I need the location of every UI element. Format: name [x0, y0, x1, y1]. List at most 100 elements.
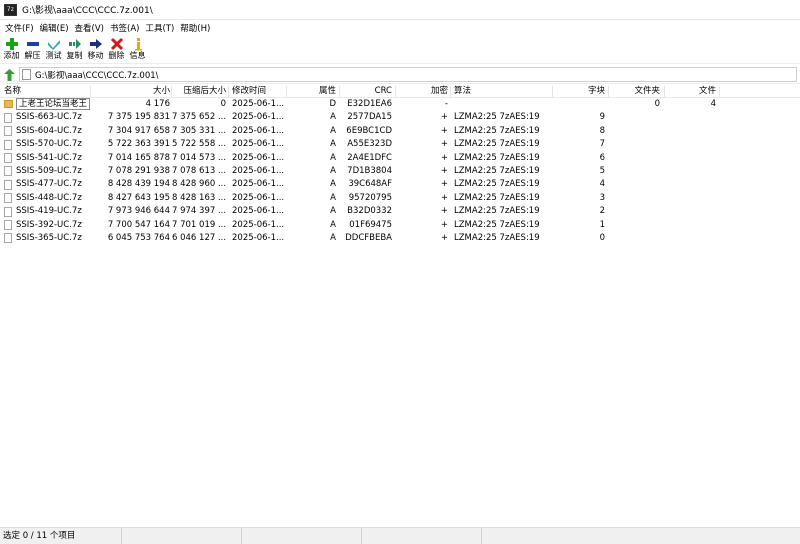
- menu-edit[interactable]: 编辑(E): [37, 22, 72, 34]
- col-header-crc[interactable]: CRC: [342, 85, 392, 98]
- cell-folders: [612, 219, 660, 232]
- folder-row[interactable]: 上老王论坛当老王 4 176 0 2025-06-1... D E32D1EA6 - 0 4: [0, 98, 800, 111]
- cell-name[interactable]: SSIS-448-UC.7z: [4, 192, 90, 205]
- file-row[interactable]: SSIS-541-UC.7z 7 014 165 878 7 014 573 ...…: [0, 152, 800, 165]
- column-divider[interactable]: [664, 86, 665, 97]
- info-icon: [130, 36, 146, 51]
- cell-size: 7 700 547 164: [107, 219, 170, 230]
- file-row[interactable]: SSIS-392-UC.7z 7 700 547 164 7 701 019 ...…: [0, 219, 800, 232]
- plus-icon: [4, 36, 20, 51]
- info-label: 信息: [129, 51, 146, 60]
- name-wrap: SSIS-365-UC.7z: [4, 232, 90, 245]
- cell-name[interactable]: SSIS-509-UC.7z: [4, 165, 90, 178]
- file-name: SSIS-392-UC.7z: [16, 219, 82, 230]
- file-name: SSIS-477-UC.7z: [16, 179, 82, 190]
- add-button[interactable]: 添加: [1, 36, 22, 64]
- col-header-modified[interactable]: 修改时间: [232, 85, 284, 98]
- col-header-size[interactable]: 大小: [92, 85, 170, 98]
- menu-file[interactable]: 文件(F): [2, 22, 37, 34]
- cell-method: LZMA2:25 7zAES:19: [454, 112, 540, 123]
- cell-name[interactable]: 上老王论坛当老王: [4, 98, 90, 111]
- cell-attributes: A: [330, 179, 336, 190]
- info-button[interactable]: 信息: [127, 36, 148, 64]
- cell-method: [454, 98, 550, 111]
- cell-folders: [612, 205, 660, 218]
- file-row[interactable]: SSIS-448-UC.7z 8 427 643 195 8 428 163 ...…: [0, 192, 800, 205]
- cell-files: [668, 178, 716, 191]
- cell-size: 5 722 363 391: [107, 139, 170, 150]
- cell-folders: 0: [654, 99, 660, 109]
- column-divider[interactable]: [286, 86, 287, 97]
- cell-name[interactable]: SSIS-604-UC.7z: [4, 125, 90, 138]
- file-row[interactable]: SSIS-419-UC.7z 7 973 946 644 7 974 397 ...…: [0, 205, 800, 218]
- cell-files: [668, 232, 716, 245]
- copy-button[interactable]: 复制: [64, 36, 85, 64]
- column-divider[interactable]: [228, 86, 229, 97]
- menu-help[interactable]: 帮助(H): [177, 22, 213, 34]
- cell-name[interactable]: SSIS-570-UC.7z: [4, 138, 90, 151]
- window-title: G:\影视\aaa\CCC\CCC.7z.001\: [22, 6, 153, 16]
- cell-modified: 2025-06-1...: [232, 139, 284, 150]
- cell-size: 4 176: [145, 99, 170, 109]
- cell-name[interactable]: SSIS-392-UC.7z: [4, 219, 90, 232]
- cell-packed-size: 7 701 019 ...: [172, 219, 226, 230]
- cell-attributes: A: [330, 112, 336, 123]
- col-header-files[interactable]: 文件: [668, 85, 716, 98]
- name-wrap: SSIS-604-UC.7z: [4, 125, 90, 138]
- up-arrow-icon: [3, 68, 15, 81]
- col-header-packed-size[interactable]: 压缩后大小: [172, 85, 226, 98]
- column-divider[interactable]: [450, 86, 451, 97]
- file-list[interactable]: 名称 大小 压缩后大小 修改时间 属性 CRC 加密 算法 字块 文件夹 文件 …: [0, 85, 800, 527]
- delete-button[interactable]: 删除: [106, 36, 127, 64]
- cell-method: LZMA2:25 7zAES:19: [454, 125, 540, 136]
- col-header-attributes[interactable]: 属性: [296, 85, 336, 98]
- rename-field[interactable]: 上老王论坛当老王: [16, 98, 90, 110]
- col-header-method[interactable]: 算法: [454, 85, 550, 98]
- file-row[interactable]: SSIS-604-UC.7z 7 304 917 658 7 305 331 ...…: [0, 125, 800, 138]
- up-folder-button[interactable]: [2, 67, 16, 83]
- cell-packed-size: 7 078 613 ...: [172, 165, 226, 176]
- file-row[interactable]: SSIS-477-UC.7z 8 428 439 194 8 428 960 ...…: [0, 178, 800, 191]
- col-header-name[interactable]: 名称: [4, 85, 90, 98]
- column-divider[interactable]: [339, 86, 340, 97]
- cell-method: LZMA2:25 7zAES:19: [454, 165, 540, 176]
- test-button[interactable]: 测试: [43, 36, 64, 64]
- column-divider[interactable]: [719, 86, 720, 97]
- column-divider[interactable]: [608, 86, 609, 97]
- path-input[interactable]: G:\影视\aaa\CCC\CCC.7z.001\: [19, 67, 797, 82]
- cell-name[interactable]: SSIS-541-UC.7z: [4, 152, 90, 165]
- col-header-encrypted[interactable]: 加密: [400, 85, 448, 98]
- toolbar: 添加 解压 测试 复制 移动 删除 信息: [0, 36, 800, 64]
- file-icon: [4, 126, 12, 137]
- file-row[interactable]: SSIS-509-UC.7z 7 078 291 938 7 078 613 ...…: [0, 165, 800, 178]
- cell-attributes: A: [330, 125, 336, 136]
- cell-modified: 2025-06-1...: [232, 165, 284, 176]
- cell-block: 9: [599, 112, 605, 123]
- menu-bookmarks[interactable]: 书签(A): [107, 22, 142, 34]
- file-row[interactable]: SSIS-570-UC.7z 5 722 363 391 5 722 558 ...…: [0, 138, 800, 151]
- file-icon: [4, 166, 12, 177]
- cell-modified: 2025-06-1...: [232, 232, 284, 243]
- column-divider[interactable]: [552, 86, 553, 97]
- delete-x-icon: [109, 36, 125, 51]
- cell-block: [556, 98, 605, 111]
- menu-view[interactable]: 查看(V): [72, 22, 107, 34]
- column-divider[interactable]: [171, 86, 172, 97]
- cell-encrypted: +: [440, 219, 448, 230]
- cell-name[interactable]: SSIS-477-UC.7z: [4, 178, 90, 191]
- file-row[interactable]: SSIS-663-UC.7z 7 375 195 831 7 375 652 ...…: [0, 111, 800, 124]
- cell-name[interactable]: SSIS-663-UC.7z: [4, 111, 90, 124]
- file-row[interactable]: SSIS-365-UC.7z 6 045 753 764 6 046 127 ...…: [0, 232, 800, 245]
- menu-tools[interactable]: 工具(T): [142, 22, 177, 34]
- move-button[interactable]: 移动: [85, 36, 106, 64]
- cell-modified: 2025-06-1...: [232, 179, 284, 190]
- column-divider[interactable]: [90, 86, 91, 97]
- col-header-folders[interactable]: 文件夹: [612, 85, 660, 98]
- title-bar[interactable]: 7z G:\影视\aaa\CCC\CCC.7z.001\: [0, 0, 800, 20]
- cell-name[interactable]: SSIS-365-UC.7z: [4, 232, 90, 245]
- col-header-block[interactable]: 字块: [556, 85, 605, 98]
- extract-button[interactable]: 解压: [22, 36, 43, 64]
- cell-folders: [612, 152, 660, 165]
- column-divider[interactable]: [395, 86, 396, 97]
- cell-name[interactable]: SSIS-419-UC.7z: [4, 205, 90, 218]
